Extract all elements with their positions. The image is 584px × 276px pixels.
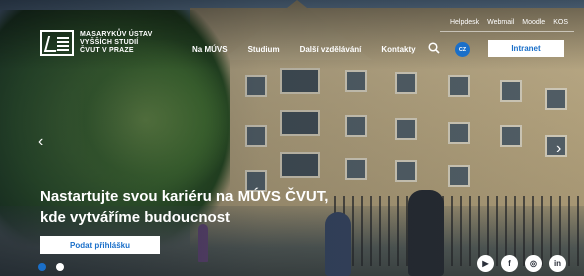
search-icon[interactable] bbox=[428, 42, 440, 54]
link-helpdesk[interactable]: Helpdesk bbox=[450, 19, 479, 26]
link-moodle[interactable]: Moodle bbox=[522, 19, 545, 26]
carousel-dots bbox=[38, 263, 64, 271]
headline-line: kde vytváříme budoucnost bbox=[40, 209, 231, 226]
youtube-icon[interactable]: ▶ bbox=[477, 255, 494, 272]
logo-emblem-icon bbox=[40, 30, 74, 56]
carousel-prev-arrow-icon[interactable]: ‹ bbox=[38, 134, 43, 150]
site-logo[interactable]: MASARYKŮV ÚSTAV VYŠŠÍCH STUDIÍ ČVUT V PR… bbox=[40, 30, 152, 56]
hero-headline: Nastartujte svou kariéru na MÚVS ČVUT, k… bbox=[40, 186, 400, 228]
logo-text: MASARYKŮV ÚSTAV VYŠŠÍCH STUDIÍ ČVUT V PR… bbox=[80, 31, 152, 55]
utility-links: Helpdesk Webmail Moodle KOS bbox=[450, 19, 568, 26]
hero-banner: MASARYKŮV ÚSTAV VYŠŠÍCH STUDIÍ ČVUT V PR… bbox=[0, 0, 584, 276]
headline-line: Nastartujte svou kariéru na MÚVS ČVUT, bbox=[40, 188, 329, 205]
link-webmail[interactable]: Webmail bbox=[487, 19, 514, 26]
nav-item-dalsi-vzdelavani[interactable]: Další vzdělávání bbox=[300, 45, 362, 54]
main-nav: Na MÚVS Studium Další vzdělávání Kontakt… bbox=[192, 45, 416, 54]
intranet-button[interactable]: Intranet bbox=[488, 40, 564, 57]
apply-button[interactable]: Podat přihlášku bbox=[40, 236, 160, 254]
carousel-next-arrow-icon[interactable]: › bbox=[556, 141, 561, 157]
logo-line: MASARYKŮV ÚSTAV bbox=[80, 31, 153, 38]
social-links: ▶ f ◎ in bbox=[477, 255, 566, 272]
carousel-dot[interactable] bbox=[56, 263, 64, 271]
language-switch[interactable]: CZ bbox=[455, 42, 470, 57]
logo-line: ČVUT V PRAZE bbox=[80, 47, 134, 54]
facebook-icon[interactable]: f bbox=[501, 255, 518, 272]
nav-item-kontakty[interactable]: Kontakty bbox=[381, 45, 415, 54]
nav-item-muvs[interactable]: Na MÚVS bbox=[192, 45, 228, 54]
carousel-dot-active[interactable] bbox=[38, 263, 46, 271]
instagram-icon[interactable]: ◎ bbox=[525, 255, 542, 272]
link-kos[interactable]: KOS bbox=[553, 19, 568, 26]
nav-item-studium[interactable]: Studium bbox=[248, 45, 280, 54]
linkedin-icon[interactable]: in bbox=[549, 255, 566, 272]
divider bbox=[440, 31, 574, 32]
logo-line: VYŠŠÍCH STUDIÍ bbox=[80, 39, 139, 46]
